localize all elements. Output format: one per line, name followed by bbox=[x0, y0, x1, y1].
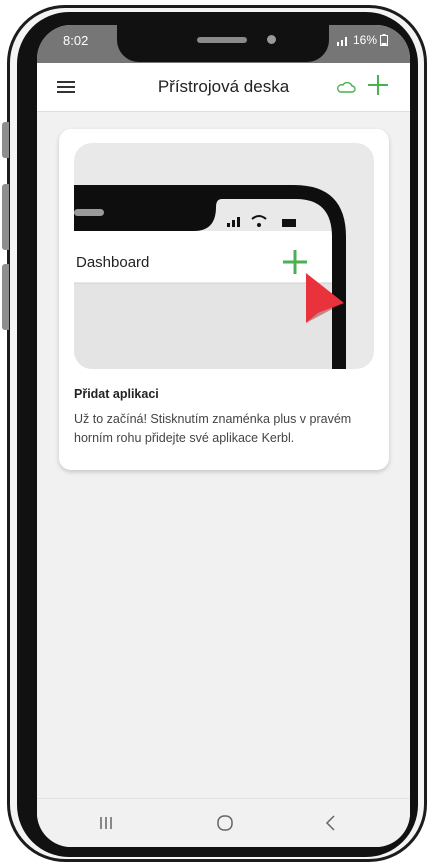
tutorial-illustration: Dashboard bbox=[74, 143, 374, 369]
system-nav-bar bbox=[37, 798, 410, 847]
volume-up-button bbox=[2, 184, 9, 250]
battery-icon bbox=[380, 34, 388, 46]
illustration-svg: Dashboard bbox=[74, 185, 346, 369]
signal-icon bbox=[336, 36, 347, 46]
preview-title: Dashboard bbox=[76, 254, 149, 271]
camera bbox=[267, 35, 276, 44]
app-bar: Přístrojová deska bbox=[37, 63, 410, 112]
status-bar: 8:02 16% bbox=[37, 25, 410, 63]
back-icon[interactable] bbox=[321, 813, 341, 833]
side-button bbox=[2, 122, 9, 158]
volume-down-button bbox=[2, 264, 9, 330]
card-title: Přidat aplikaci bbox=[74, 387, 159, 401]
card-description: Už to začíná! Stisknutím znaménka plus v… bbox=[74, 412, 352, 445]
battery-percent: 16% bbox=[352, 33, 377, 47]
cloud-icon[interactable] bbox=[336, 77, 356, 97]
add-app-card[interactable]: Dashboard Přidat aplikaci Už to začíná! … bbox=[59, 129, 389, 470]
speaker bbox=[197, 37, 247, 43]
status-indicators: 16% bbox=[336, 33, 388, 47]
status-time: 8:02 bbox=[63, 33, 89, 48]
notch bbox=[117, 25, 329, 62]
screen: 8:02 16% Přístrojová deska Dashboard Při… bbox=[37, 25, 410, 847]
home-icon[interactable] bbox=[215, 813, 235, 833]
plus-icon[interactable] bbox=[365, 72, 391, 98]
recents-icon[interactable] bbox=[96, 813, 116, 833]
